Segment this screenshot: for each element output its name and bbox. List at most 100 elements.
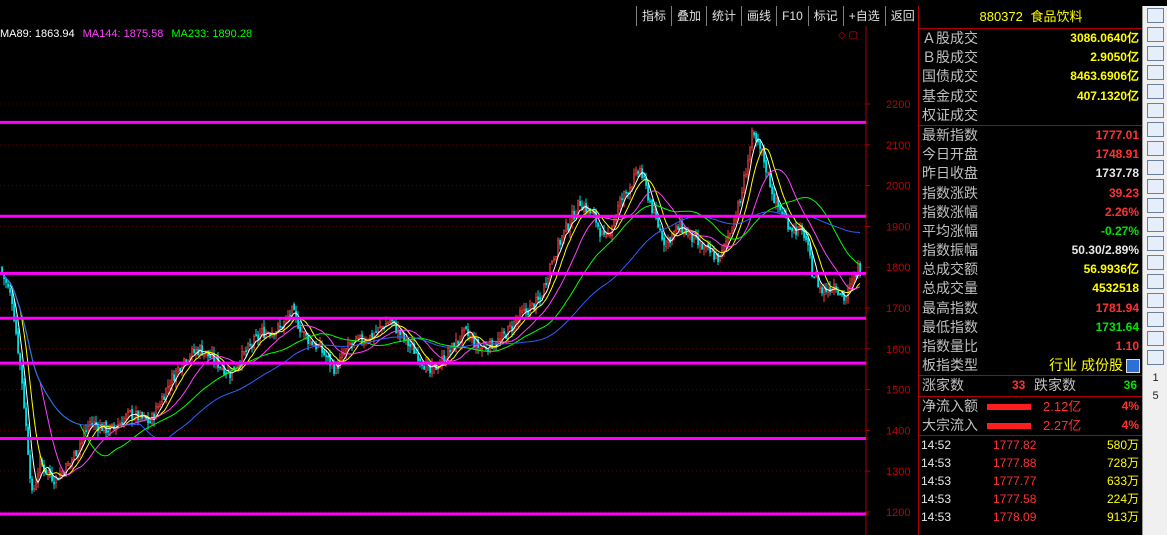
arrow-icon[interactable]: [1147, 274, 1164, 289]
candle-body: [243, 351, 246, 354]
candle-body: [27, 426, 30, 455]
tick-time: 14:53: [921, 455, 952, 470]
candle-body: [463, 327, 466, 331]
candle-body: [479, 348, 482, 351]
index-row-label: 总成交量: [922, 280, 978, 297]
candle-body: [847, 288, 850, 299]
fz-icon[interactable]: [1147, 198, 1164, 213]
candle-body: [839, 293, 842, 295]
tick-price: 1777.88: [993, 455, 1037, 470]
tick-price: 1777.82: [993, 437, 1037, 452]
candle-body: [195, 349, 198, 354]
table-icon[interactable]: [1147, 65, 1164, 80]
candle-body: [189, 356, 192, 360]
index-row-value: 1737.78: [1095, 166, 1139, 181]
candle-body: [699, 242, 702, 247]
line-icon[interactable]: [1147, 84, 1164, 99]
ma-line-10: [1, 148, 861, 477]
candle-body: [577, 199, 580, 214]
candle-body: [35, 481, 38, 490]
candle-body: [521, 310, 524, 313]
candle-body: [193, 349, 196, 353]
refresh-icon[interactable]: [1147, 350, 1164, 365]
index-row: 最新指数 1777.01: [919, 126, 1143, 145]
grid-icon[interactable]: [1147, 46, 1164, 61]
kline-chart[interactable]: 2200 2100 2000 1900 1800 1700 1600 1500 1400 1300…: [0, 26, 918, 535]
candle-body: [665, 240, 668, 248]
candle-body: [789, 227, 792, 230]
candle-body: [9, 288, 12, 293]
candle-body: [767, 171, 770, 174]
ma-line-short: [1, 138, 861, 484]
pen-icon[interactable]: [1147, 312, 1164, 327]
candle-body: [105, 421, 108, 433]
candle-body: [219, 366, 222, 369]
y-tick-label: 1200: [886, 507, 910, 519]
candle-body: [851, 278, 854, 285]
candle-body: [473, 337, 476, 348]
toolbar-button-5[interactable]: 标记: [807, 6, 843, 26]
candle-body: [417, 352, 420, 362]
chart-icon[interactable]: [1147, 8, 1164, 23]
candle-body: [279, 325, 282, 328]
ring-icon[interactable]: [1147, 236, 1164, 251]
candle-body: [561, 235, 564, 245]
candle-body: [503, 331, 506, 334]
f5-icon[interactable]: [1147, 331, 1164, 346]
tick-row: 14:53 1778.09 913万: [919, 508, 1143, 526]
y-tick-label: 2000: [886, 181, 910, 193]
candle-body: [713, 251, 716, 260]
candle-body: [179, 367, 182, 372]
index-row: 最低指数 1731.64: [919, 318, 1143, 337]
candle-body: [815, 275, 818, 278]
candle-body: [129, 410, 132, 412]
candle-body: [635, 169, 638, 174]
ma-legend-item: MA89: 1863.94: [0, 28, 75, 40]
candle-body: [301, 330, 304, 333]
toolbar-button-4[interactable]: F10: [776, 6, 808, 26]
stat-row-label: Ｂ股成交: [922, 49, 978, 66]
candle-icon[interactable]: [1147, 103, 1164, 118]
index-row: 总成交量 4532518: [919, 279, 1143, 298]
candle-body: [703, 246, 706, 250]
y-tick-label: 1500: [886, 385, 910, 397]
candle-body: [749, 146, 752, 161]
index-row-label: 最低指数: [922, 318, 978, 335]
toolbar-button-1[interactable]: 叠加: [671, 6, 707, 26]
f8-icon[interactable]: [1147, 217, 1164, 232]
index-row-label: 最高指数: [922, 299, 978, 316]
toolbar-button-7[interactable]: 返回: [884, 6, 920, 26]
rsi-icon[interactable]: [1147, 255, 1164, 270]
candle-body: [177, 366, 180, 372]
toolbar-button-0[interactable]: 指标: [636, 6, 672, 26]
f9-icon[interactable]: [1147, 160, 1164, 175]
index-row-label: 指数量比: [922, 338, 978, 354]
candle-body: [613, 218, 616, 226]
ma-legend-item: MA233: 1890.28: [171, 28, 253, 40]
candle-body: [559, 240, 562, 245]
move-icon[interactable]: [1147, 293, 1164, 308]
candle-body: [79, 443, 82, 452]
stat-row: 权证成交: [919, 106, 1143, 125]
f10-icon[interactable]: [1147, 141, 1164, 156]
index-row: 指数涨跌 39.23: [919, 184, 1143, 203]
candle-body: [769, 172, 772, 188]
chart-control-icons[interactable]: ◇ ▢: [838, 30, 858, 41]
type-icon[interactable]: [1126, 359, 1140, 374]
toolbar-button-3[interactable]: 画线: [741, 6, 777, 26]
candle-body: [661, 231, 664, 240]
stat-row: Ｂ股成交 2.9050亿: [919, 48, 1143, 67]
f-icon[interactable]: [1147, 179, 1164, 194]
candle-body: [47, 470, 50, 473]
candle-body: [415, 351, 418, 354]
candle-body: [837, 290, 840, 295]
candle-body: [631, 186, 634, 190]
book-icon[interactable]: [1147, 122, 1164, 137]
stat-row: 国债成交 8463.6906亿: [919, 67, 1143, 86]
stat-row-label: Ａ股成交: [922, 30, 978, 46]
toolbar-button-2[interactable]: 统计: [706, 6, 742, 26]
candle-body: [387, 322, 390, 325]
toolbar-button-6[interactable]: +自选: [842, 6, 885, 26]
list-icon[interactable]: [1147, 27, 1164, 42]
candle-body: [21, 364, 24, 384]
